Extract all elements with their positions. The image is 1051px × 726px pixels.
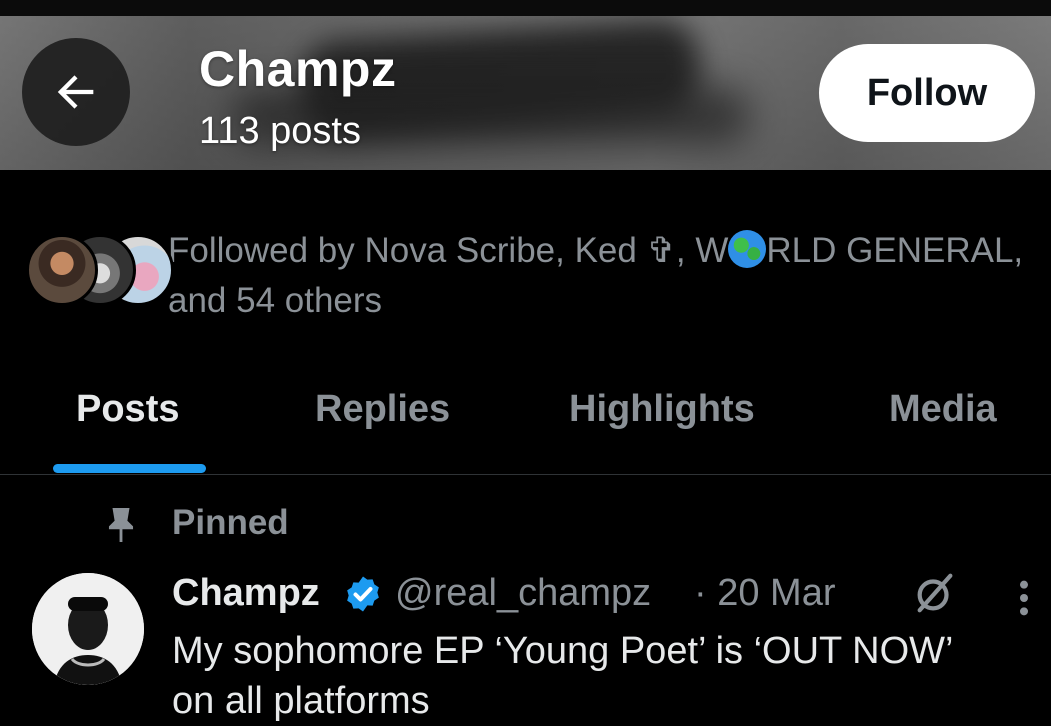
- pinned-label: Pinned: [172, 503, 289, 542]
- profile-banner: Champz 113 posts Follow: [0, 16, 1051, 170]
- post-author-name[interactable]: Champz: [172, 572, 320, 615]
- post-timestamp[interactable]: · 20 Mar: [694, 572, 835, 615]
- profile-title: Champz: [199, 41, 397, 97]
- followed-by-text[interactable]: Followed by Nova Scribe, Ked ✞, W RLD GEN…: [168, 226, 1038, 326]
- grok-icon[interactable]: [912, 570, 958, 616]
- active-tab-indicator: [53, 464, 206, 473]
- tab-highlights[interactable]: Highlights: [569, 388, 755, 431]
- globe-emoji-icon: [728, 230, 767, 268]
- status-bar-strip: [0, 0, 1051, 16]
- followed-by-others: and 54 others: [168, 281, 383, 320]
- followed-by-suffix: RLD GENERAL,: [766, 231, 1024, 270]
- more-vertical-icon[interactable]: [1010, 578, 1038, 618]
- post-count: 113 posts: [199, 110, 361, 152]
- post-body-text[interactable]: My sophomore EP ‘Young Poet’ is ‘OUT NOW…: [172, 626, 1042, 726]
- tabs-divider: [0, 474, 1051, 475]
- author-avatar-image: [32, 573, 144, 685]
- tab-posts[interactable]: Posts: [76, 388, 179, 431]
- tab-replies[interactable]: Replies: [315, 388, 450, 431]
- tab-media[interactable]: Media: [889, 388, 997, 431]
- post-text-line1: My sophomore EP ‘Young Poet’ is ‘OUT NOW…: [172, 630, 954, 672]
- verified-badge-icon: [347, 576, 379, 612]
- arrow-left-icon: [57, 75, 94, 109]
- follow-button[interactable]: Follow: [819, 44, 1035, 142]
- post-text-line2: on all platforms: [172, 680, 430, 722]
- back-button[interactable]: [22, 38, 130, 146]
- author-avatar[interactable]: [32, 573, 144, 685]
- followers-avatars[interactable]: [26, 234, 174, 306]
- followed-by-prefix: Followed by Nova Scribe, Ked ✞, W: [168, 231, 729, 270]
- pin-icon: [108, 508, 134, 542]
- post-author-handle[interactable]: @real_champz: [395, 572, 651, 615]
- follower-avatar: [26, 234, 98, 306]
